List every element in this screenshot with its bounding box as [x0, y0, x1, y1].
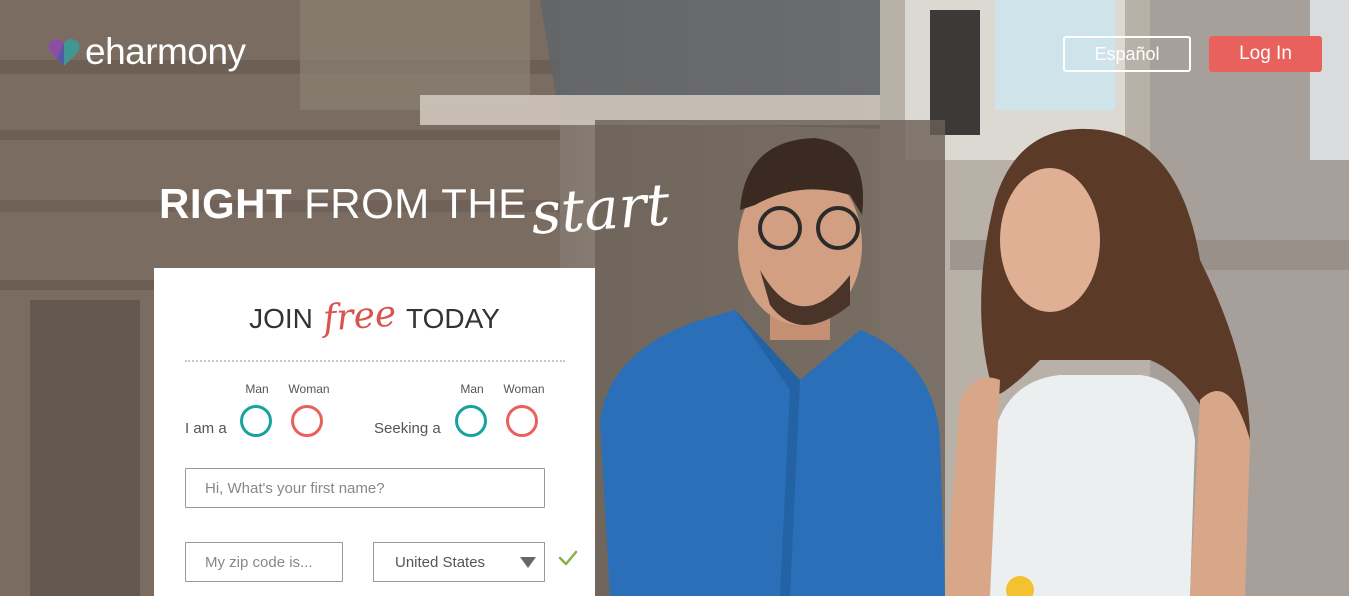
- tagline-strong: RIGHT: [159, 180, 293, 227]
- checkmark-icon: [558, 550, 578, 566]
- eharmony-logo[interactable]: eharmony: [47, 32, 246, 72]
- country-selected-value: United States: [395, 553, 486, 571]
- i-am-woman-radio[interactable]: [291, 405, 323, 437]
- seeking-man-radio[interactable]: [455, 405, 487, 437]
- seeking-woman-label: Woman: [503, 382, 545, 396]
- login-button[interactable]: Log In: [1209, 36, 1322, 72]
- country-select[interactable]: United States: [373, 542, 545, 582]
- title-free: free: [321, 293, 398, 340]
- tagline-script: start: [528, 170, 672, 248]
- seeking-man-label: Man: [460, 382, 484, 396]
- signup-title: JOIN free TODAY: [154, 293, 595, 340]
- eharmony-heart-logo-icon: [48, 39, 80, 66]
- dotted-divider: [185, 360, 565, 362]
- title-today: TODAY: [406, 303, 500, 334]
- logo-text: eharmony: [85, 31, 246, 72]
- first-name-input[interactable]: Hi, What's your first name?: [185, 468, 545, 508]
- chevron-down-icon: [520, 557, 536, 568]
- hero-tagline: RIGHT FROM THE start: [159, 170, 672, 248]
- i-am-man-label: Man: [245, 382, 269, 396]
- i-am-woman-label: Woman: [288, 382, 330, 396]
- i-am-label: I am a: [185, 420, 227, 437]
- i-am-man-radio[interactable]: [240, 405, 272, 437]
- language-espanol-button[interactable]: Español: [1063, 36, 1191, 72]
- zip-code-input[interactable]: My zip code is...: [185, 542, 343, 582]
- tagline-light: FROM THE: [304, 180, 527, 227]
- signup-form-card: JOIN free TODAY I am a Man Woman Seeking…: [154, 268, 595, 596]
- seeking-label: Seeking a: [374, 420, 441, 437]
- title-join: JOIN: [249, 303, 313, 334]
- seeking-woman-radio[interactable]: [506, 405, 538, 437]
